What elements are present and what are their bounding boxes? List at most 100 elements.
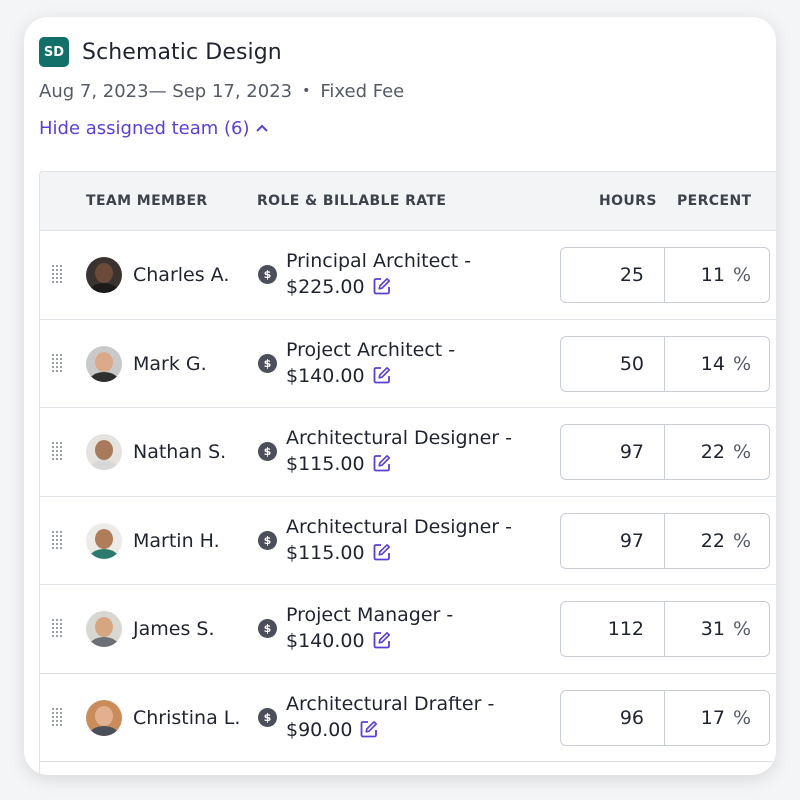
rate-line: $90.00 bbox=[286, 717, 556, 743]
table-row: Martin H. $ Architectural Designer - $11… bbox=[40, 497, 776, 585]
role-rate: Architectural Drafter - $90.00 bbox=[286, 691, 556, 743]
role-title: Principal Architect - bbox=[286, 250, 472, 272]
team-table: TEAM MEMBER ROLE & BILLABLE RATE HOURS P… bbox=[39, 171, 776, 775]
percent-input[interactable]: 17 % bbox=[664, 689, 770, 746]
role-rate: Principal Architect - $225.00 bbox=[286, 248, 556, 300]
percent-sign: % bbox=[732, 706, 751, 729]
billable-rate: $140.00 bbox=[286, 630, 365, 652]
separator-dot: • bbox=[302, 83, 311, 99]
rate-line: $115.00 bbox=[286, 540, 556, 566]
avatar bbox=[86, 699, 122, 736]
title-row: SD Schematic Design bbox=[39, 37, 776, 67]
billable-rate: $90.00 bbox=[286, 718, 353, 741]
billable-rate: $115.00 bbox=[286, 453, 365, 475]
table-row: Nathan S. $ Architectural Designer - $11… bbox=[40, 408, 776, 497]
drag-handle-icon[interactable] bbox=[52, 265, 64, 283]
drag-handle-icon[interactable] bbox=[52, 353, 64, 372]
hours-input[interactable]: 50 bbox=[560, 335, 665, 392]
dollar-circle-icon: $ bbox=[258, 707, 277, 727]
hours-input[interactable]: 25 bbox=[560, 247, 665, 303]
phase-header: SD Schematic Design Aug 7, 2023— Sep 17,… bbox=[39, 37, 776, 141]
percent-value: 17 bbox=[700, 706, 725, 729]
drag-handle-icon[interactable] bbox=[52, 619, 64, 637]
avatar bbox=[86, 522, 122, 559]
percent-input[interactable]: 14 % bbox=[664, 335, 770, 392]
phase-meta: Aug 7, 2023— Sep 17, 2023 • Fixed Fee bbox=[39, 77, 776, 105]
billable-rate: $225.00 bbox=[286, 276, 365, 298]
percent-value: 31 bbox=[700, 618, 725, 640]
col-percent: PERCENT bbox=[677, 193, 752, 209]
rate-line: $225.00 bbox=[286, 274, 556, 300]
role-rate: Architectural Designer - $115.00 bbox=[286, 514, 556, 566]
edit-pencil-icon[interactable] bbox=[373, 276, 391, 295]
hide-team-toggle[interactable]: Hide assigned team (6) bbox=[39, 115, 268, 141]
percent-sign: % bbox=[732, 529, 751, 552]
percent-input[interactable]: 22 % bbox=[664, 512, 770, 569]
col-team-member: TEAM MEMBER bbox=[86, 193, 208, 209]
percent-sign: % bbox=[732, 352, 751, 375]
percent-value: 22 bbox=[700, 441, 725, 463]
edit-pencil-icon[interactable] bbox=[373, 630, 391, 649]
percent-input[interactable]: 31 % bbox=[664, 601, 770, 657]
chevron-up-icon bbox=[255, 120, 268, 136]
percent-value: 11 bbox=[700, 264, 725, 286]
rate-line: $140.00 bbox=[286, 628, 556, 654]
table-body: Charles A. $ Principal Architect - $225.… bbox=[40, 231, 776, 762]
drag-handle-icon[interactable] bbox=[52, 707, 64, 726]
edit-pencil-icon[interactable] bbox=[360, 719, 378, 737]
role-title: Architectural Designer - bbox=[286, 515, 513, 538]
role-rate: Architectural Designer - $115.00 bbox=[286, 425, 556, 477]
member-name: Martin H. bbox=[133, 529, 220, 552]
percent-value: 22 bbox=[700, 529, 725, 552]
avatar bbox=[86, 345, 122, 382]
table-row: James S. $ Project Manager - $140.00 112… bbox=[40, 585, 776, 674]
member-name: James S. bbox=[133, 618, 215, 640]
hours-input[interactable]: 97 bbox=[560, 424, 665, 480]
role-rate: Project Manager - $140.00 bbox=[286, 602, 556, 654]
percent-sign: % bbox=[732, 264, 751, 286]
table-header: TEAM MEMBER ROLE & BILLABLE RATE HOURS P… bbox=[40, 172, 776, 231]
col-hours: HOURS bbox=[599, 193, 657, 209]
hours-input[interactable]: 96 bbox=[560, 689, 665, 746]
phase-card: SD Schematic Design Aug 7, 2023— Sep 17,… bbox=[24, 17, 776, 775]
avatar bbox=[86, 434, 122, 470]
role-title: Architectural Designer - bbox=[286, 427, 513, 449]
role-title: Project Manager - bbox=[286, 604, 454, 626]
fee-type: Fixed Fee bbox=[320, 80, 405, 102]
edit-pencil-icon[interactable] bbox=[373, 365, 391, 383]
dollar-circle-icon: $ bbox=[258, 442, 277, 461]
percent-sign: % bbox=[732, 441, 751, 463]
percent-input[interactable]: 22 % bbox=[664, 424, 770, 480]
role-title: Architectural Drafter - bbox=[286, 692, 495, 715]
edit-pencil-icon[interactable] bbox=[373, 453, 391, 472]
role-title: Project Architect - bbox=[286, 338, 456, 361]
col-role-rate: ROLE & BILLABLE RATE bbox=[257, 193, 447, 209]
role-rate: Project Architect - $140.00 bbox=[286, 337, 556, 389]
hide-team-label: Hide assigned team (6) bbox=[39, 117, 250, 139]
hours-input[interactable]: 112 bbox=[560, 601, 665, 657]
drag-handle-icon[interactable] bbox=[52, 530, 64, 549]
dollar-circle-icon: $ bbox=[258, 530, 277, 550]
billable-rate: $140.00 bbox=[286, 364, 365, 387]
billable-rate: $115.00 bbox=[286, 541, 365, 564]
date-range: Aug 7, 2023— Sep 17, 2023 bbox=[39, 80, 293, 102]
drag-handle-icon[interactable] bbox=[52, 442, 64, 460]
edit-pencil-icon[interactable] bbox=[373, 542, 391, 560]
dollar-circle-icon: $ bbox=[258, 619, 277, 638]
member-name: Christina L. bbox=[133, 706, 241, 729]
percent-sign: % bbox=[732, 618, 751, 640]
phase-badge-icon: SD bbox=[39, 37, 69, 67]
percent-input[interactable]: 11 % bbox=[664, 247, 770, 303]
rate-line: $115.00 bbox=[286, 451, 556, 477]
table-row: Charles A. $ Principal Architect - $225.… bbox=[40, 231, 776, 320]
percent-value: 14 bbox=[700, 352, 725, 375]
avatar bbox=[86, 611, 122, 647]
member-name: Charles A. bbox=[133, 264, 230, 286]
table-row: Christina L. $ Architectural Drafter - $… bbox=[40, 674, 776, 762]
dollar-circle-icon: $ bbox=[258, 353, 277, 373]
table-row: Mark G. $ Project Architect - $140.00 50… bbox=[40, 320, 776, 408]
hours-input[interactable]: 97 bbox=[560, 512, 665, 569]
member-name: Mark G. bbox=[133, 352, 207, 375]
dollar-circle-icon: $ bbox=[258, 265, 277, 284]
phase-title: Schematic Design bbox=[82, 39, 282, 65]
